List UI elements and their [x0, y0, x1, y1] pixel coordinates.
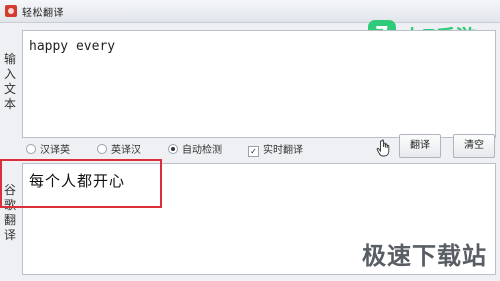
radio-en-to-cn[interactable]: 英译汉	[97, 141, 141, 156]
input-text-value: happy every	[29, 39, 116, 54]
radio-circle-icon	[97, 144, 107, 154]
hand-pointer-icon[interactable]	[376, 139, 392, 157]
checkbox-realtime-label: 实时翻译	[263, 145, 303, 156]
input-section-label: 输入文本	[3, 52, 16, 111]
checkbox-realtime[interactable]: ✓ 实时翻译	[248, 141, 303, 157]
radio-auto-detect-label: 自动检测	[182, 145, 222, 156]
red-highlight-box	[0, 159, 162, 208]
radio-auto-detect[interactable]: 自动检测	[168, 141, 222, 156]
radio-selected-icon	[168, 144, 178, 154]
clear-button[interactable]: 清空	[453, 134, 495, 158]
radio-cn-to-en[interactable]: 汉译英	[26, 141, 70, 156]
radio-en-to-cn-label: 英译汉	[111, 145, 141, 156]
app-logo-icon	[5, 5, 17, 17]
input-textarea[interactable]: happy every	[22, 30, 496, 138]
radio-cn-to-en-label: 汉译英	[40, 145, 70, 156]
translate-button[interactable]: 翻译	[399, 134, 441, 158]
watermark-bottom-text: 极速下载站	[362, 242, 487, 270]
window-title: 轻松翻译	[22, 8, 64, 19]
app-window: 轻松翻译 7 小7手游 输入文本 happy every 汉译英 英译汉 自动检…	[0, 0, 500, 281]
checkbox-checked-icon: ✓	[248, 146, 259, 157]
radio-circle-icon	[26, 144, 36, 154]
